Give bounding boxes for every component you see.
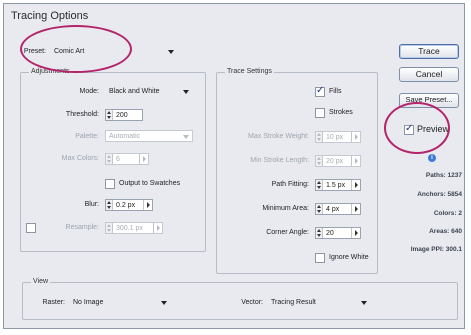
resample-stepper[interactable]: 300.1 px — [105, 222, 163, 234]
areas-stat: Areas: 640 — [429, 228, 462, 235]
raster-label: Raster: — [42, 299, 65, 306]
info-icon[interactable]: i — [428, 154, 436, 162]
stepper-arrows-icon[interactable] — [316, 156, 323, 166]
trace-button[interactable]: Trace — [399, 44, 459, 59]
image-ppi-stat: Image PPI: 300.1 — [410, 246, 462, 253]
palette-dropdown[interactable]: Automatic — [105, 130, 193, 142]
slider-popup-icon[interactable] — [143, 200, 152, 210]
mode-dropdown[interactable]: Black and White — [105, 85, 193, 97]
view-legend: View — [31, 278, 51, 285]
slider-popup-icon[interactable] — [351, 204, 360, 214]
slider-popup-icon[interactable] — [351, 180, 360, 190]
palette-value: Automatic — [109, 133, 141, 140]
preset-label: Preset: — [23, 48, 46, 55]
trace-settings-legend: Trace Settings — [225, 68, 274, 75]
mode-value: Black and White — [109, 88, 160, 95]
stepper-arrows-icon[interactable] — [316, 180, 323, 190]
fills-label: Fills — [329, 88, 342, 95]
path-fitting-label: Path Fitting: — [271, 181, 309, 188]
cancel-button[interactable]: Cancel — [399, 67, 459, 82]
ignore-white-checkbox[interactable] — [315, 253, 325, 263]
slider-popup-icon[interactable] — [351, 156, 360, 166]
threshold-value: 200 — [116, 112, 128, 119]
paths-stat: Paths: 1237 — [425, 172, 462, 179]
trace-settings-group: Trace Settings Fills Strokes Max Stroke … — [216, 68, 378, 274]
chevron-down-icon — [183, 135, 189, 139]
output-to-swatches-checkbox[interactable] — [105, 179, 115, 189]
max-colors-label: Max Colors: — [61, 155, 99, 162]
minimum-area-stepper[interactable]: 4 px — [315, 203, 361, 215]
min-stroke-length-stepper[interactable]: 20 px — [315, 155, 361, 167]
threshold-label: Threshold: — [65, 111, 99, 118]
tracing-options-dialog: Tracing Options Preset: Comic Art Adjust… — [3, 3, 465, 329]
anchors-stat: Anchors: 5854 — [417, 191, 462, 198]
vector-dropdown[interactable]: Tracing Result — [267, 296, 371, 308]
corner-angle-label: Corner Angle: — [266, 229, 309, 236]
strokes-label: Strokes — [329, 109, 353, 116]
dialog-title: Tracing Options — [11, 10, 89, 22]
fills-checkbox[interactable] — [315, 85, 325, 97]
stepper-arrows-icon[interactable] — [316, 132, 323, 142]
palette-label: Palette: — [75, 133, 99, 140]
min-stroke-length-label: Min Stroke Length: — [250, 157, 309, 164]
resample-value: 300.1 px — [116, 225, 143, 232]
view-group: View Raster: No Image Vector: Tracing Re… — [22, 278, 458, 320]
preset-value: Comic Art — [54, 48, 85, 55]
chevron-down-icon — [361, 301, 367, 305]
chevron-down-icon — [161, 301, 167, 305]
raster-value: No Image — [73, 299, 104, 306]
max-stroke-weight-value: 10 px — [326, 134, 344, 141]
threshold-stepper[interactable]: 200 — [105, 109, 143, 121]
path-fitting-stepper[interactable]: 1.5 px — [315, 179, 361, 191]
stepper-arrows-icon[interactable] — [106, 110, 113, 120]
mode-label: Mode: — [79, 88, 99, 95]
stepper-arrows-icon[interactable] — [106, 200, 113, 210]
vector-label: Vector: — [241, 299, 263, 306]
preview-label: Preview — [417, 124, 450, 134]
minimum-area-value: 4 px — [326, 206, 340, 213]
slider-popup-icon[interactable] — [351, 228, 360, 238]
max-stroke-weight-label: Max Stroke Weight: — [248, 133, 309, 140]
slider-popup-icon[interactable] — [351, 132, 360, 142]
path-fitting-value: 1.5 px — [326, 182, 346, 189]
slider-popup-icon[interactable] — [153, 223, 162, 233]
stepper-arrows-icon[interactable] — [106, 154, 113, 164]
chevron-down-icon — [168, 50, 174, 54]
preset-dropdown[interactable]: Comic Art — [50, 45, 178, 57]
max-colors-stepper[interactable]: 6 — [105, 153, 149, 165]
ignore-white-label: Ignore White — [329, 254, 369, 261]
save-preset-button[interactable]: Save Preset... — [399, 93, 459, 108]
stepper-arrows-icon[interactable] — [316, 228, 323, 238]
minimum-area-label: Minimum Area: — [262, 205, 309, 212]
preview-checkbox[interactable] — [404, 123, 414, 135]
max-colors-value: 6 — [116, 156, 120, 163]
chevron-down-icon — [183, 90, 189, 94]
vector-value: Tracing Result — [271, 299, 316, 306]
stepper-arrows-icon[interactable] — [316, 204, 323, 214]
adjustments-group: Adjustments Mode: Black and White Thresh… — [20, 68, 206, 252]
corner-angle-stepper[interactable]: 20 — [315, 227, 361, 239]
corner-angle-value: 20 — [326, 230, 334, 237]
blur-label: Blur: — [84, 201, 99, 208]
resample-label: Resample: — [65, 224, 99, 231]
output-to-swatches-label: Output to Swatches — [119, 180, 181, 187]
adjustments-legend: Adjustments — [29, 68, 72, 75]
tracing-stats: Paths: 1237 Anchors: 5854 Colors: 2 Area… — [384, 166, 462, 253]
colors-stat: Colors: 2 — [433, 210, 462, 217]
max-stroke-weight-stepper[interactable]: 10 px — [315, 131, 361, 143]
slider-popup-icon[interactable] — [139, 154, 148, 164]
min-stroke-length-value: 20 px — [326, 158, 344, 165]
raster-dropdown[interactable]: No Image — [69, 296, 171, 308]
strokes-checkbox[interactable] — [315, 108, 325, 118]
blur-stepper[interactable]: 0.2 px — [105, 199, 153, 211]
stepper-arrows-icon[interactable] — [106, 223, 113, 233]
blur-value: 0.2 px — [116, 202, 136, 209]
